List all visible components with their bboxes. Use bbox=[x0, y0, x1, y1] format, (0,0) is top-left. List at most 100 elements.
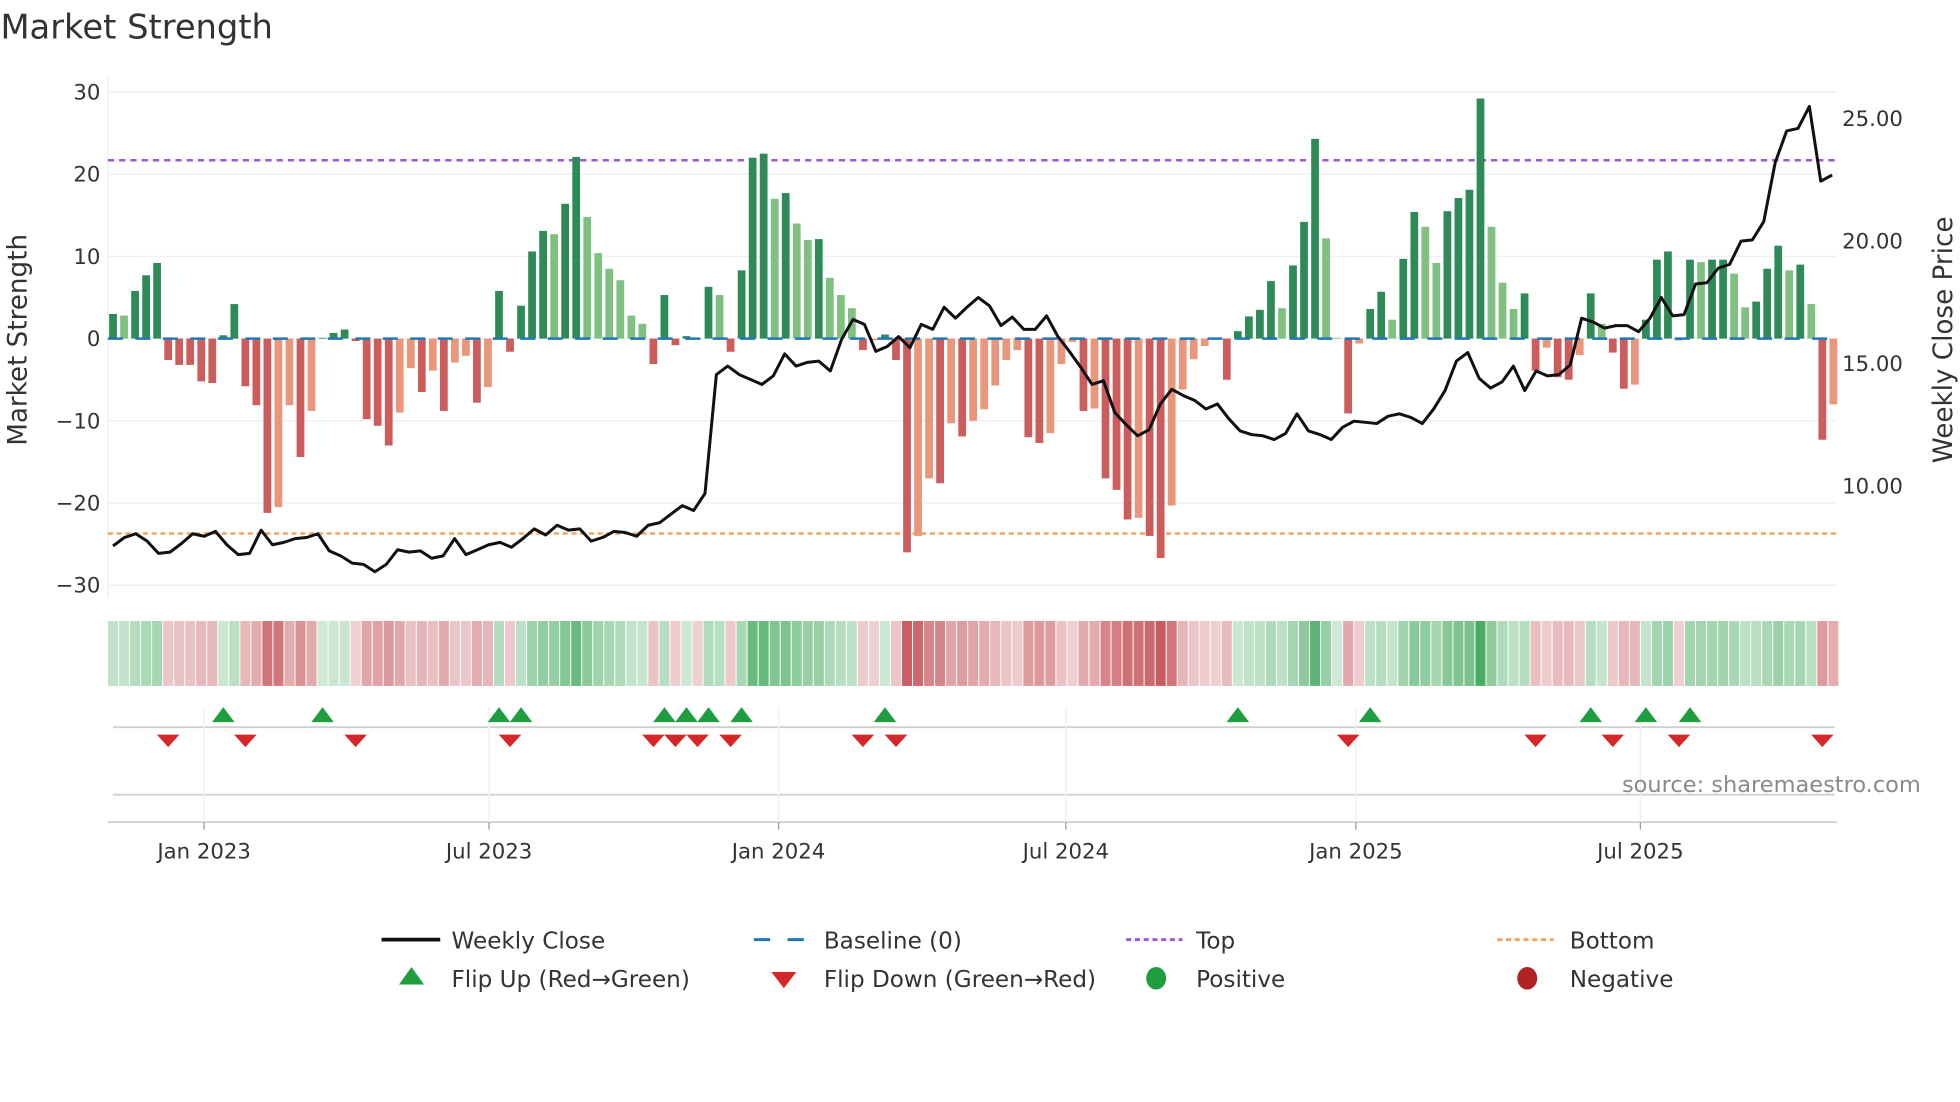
strip-cell bbox=[1232, 620, 1243, 686]
strip-cell bbox=[273, 620, 284, 686]
strip-cell bbox=[1607, 620, 1618, 686]
flip-down-marker bbox=[719, 734, 742, 748]
strip-cell bbox=[824, 620, 835, 686]
legend-label: Baseline (0) bbox=[824, 928, 962, 954]
legend-label: Flip Down (Green→Red) bbox=[824, 967, 1096, 993]
right-y-axis-ticks: 25.00 20.00 15.00 10.00 bbox=[1842, 107, 1903, 499]
strength-bar bbox=[792, 223, 801, 339]
x-axis-ticks: Jan 2023 Jul 2023 Jan 2024 Jul 2024 Jan 2025… bbox=[155, 822, 1684, 864]
strip-cell bbox=[604, 620, 615, 686]
strip-cell bbox=[538, 620, 549, 686]
chart-title: Market Strength bbox=[0, 8, 272, 47]
strip-cell bbox=[1585, 620, 1596, 686]
strip-cell bbox=[913, 620, 924, 686]
strength-bar bbox=[318, 337, 327, 339]
strip-cell bbox=[339, 620, 350, 686]
strength-bar bbox=[1818, 338, 1827, 440]
strip-cell bbox=[1640, 620, 1651, 686]
market-strength-chart: Market Strength 30 20 10 0 −10 −20 −30 25.00 20… bbox=[0, 8, 1959, 993]
strength-bar bbox=[1366, 308, 1375, 339]
strength-bar bbox=[748, 157, 757, 339]
strength-bar bbox=[803, 239, 812, 339]
strip-cell bbox=[1310, 620, 1321, 686]
strip-cell bbox=[1707, 620, 1718, 686]
strength-bar bbox=[307, 338, 316, 411]
strip-cell bbox=[1453, 620, 1464, 686]
strip-cell bbox=[769, 620, 780, 686]
strength-bar bbox=[1278, 308, 1286, 339]
strength-bar bbox=[671, 338, 680, 346]
strength-bar bbox=[175, 338, 184, 365]
flip-up-marker bbox=[730, 707, 753, 723]
strip-cell bbox=[648, 620, 659, 686]
strip-cell bbox=[1254, 620, 1265, 686]
flip-down-marker bbox=[1667, 734, 1691, 748]
strip-cell bbox=[306, 620, 317, 686]
strength-bar bbox=[726, 338, 735, 352]
strip-cell bbox=[1563, 620, 1574, 686]
strip-cell bbox=[1199, 620, 1210, 686]
strength-bar bbox=[120, 315, 128, 339]
strip-cell bbox=[902, 620, 913, 686]
strip-cell bbox=[879, 620, 890, 686]
strip-cell bbox=[284, 620, 295, 686]
strength-bar bbox=[770, 198, 779, 339]
strength-bar bbox=[1630, 338, 1639, 385]
legend-label: Bottom bbox=[1570, 928, 1655, 954]
strip-cell bbox=[1144, 620, 1155, 686]
strength-bar bbox=[1520, 293, 1529, 339]
left-y-axis-ticks: 30 20 10 0 −10 −20 −30 bbox=[56, 80, 101, 598]
strip-cell bbox=[119, 620, 130, 686]
strip-cell bbox=[714, 620, 725, 686]
strength-bar bbox=[208, 338, 217, 383]
strip-cell bbox=[857, 620, 868, 686]
strip-cell bbox=[1210, 620, 1221, 686]
strip-cell bbox=[152, 620, 163, 686]
legend-flip-down-icon bbox=[771, 972, 797, 989]
strip-cell bbox=[1365, 620, 1376, 686]
strip-cell bbox=[968, 620, 979, 686]
strip-cell bbox=[946, 620, 957, 686]
strip-cell bbox=[262, 620, 273, 686]
strength-bar bbox=[715, 295, 724, 339]
strip-cell bbox=[1067, 620, 1078, 686]
strip-cell bbox=[1332, 620, 1343, 686]
source-label: source: sharemaestro.com bbox=[1622, 772, 1921, 798]
strength-bar bbox=[1024, 338, 1033, 438]
strip-cell bbox=[890, 620, 902, 686]
strip-cell bbox=[846, 620, 857, 686]
flip-up-marker bbox=[675, 707, 698, 723]
flip-up-marker bbox=[1358, 707, 1382, 723]
strength-bar bbox=[1222, 338, 1231, 380]
y-axis-title: Market Strength bbox=[4, 234, 34, 446]
strip-cell bbox=[1751, 620, 1762, 686]
flip-up-marker bbox=[1579, 707, 1602, 723]
strip-cell bbox=[1045, 620, 1056, 686]
strip-cell bbox=[1596, 620, 1607, 686]
strength-bar bbox=[1046, 338, 1055, 434]
strength-bar bbox=[561, 203, 570, 339]
strip-cell bbox=[703, 620, 714, 686]
strength-bar bbox=[1167, 338, 1176, 506]
flip-up-marker bbox=[311, 707, 334, 723]
strength-bar bbox=[1542, 338, 1551, 348]
strip-cell bbox=[549, 620, 560, 686]
strip-cell bbox=[1442, 620, 1453, 686]
y2-tick-label: 25.00 bbox=[1842, 107, 1903, 132]
strip-cell bbox=[1221, 620, 1232, 686]
flip-down-marker bbox=[234, 734, 257, 748]
strength-bar bbox=[1090, 338, 1099, 409]
strip-cell bbox=[924, 620, 935, 686]
strength-bar bbox=[131, 290, 139, 339]
strip-cell bbox=[979, 620, 990, 686]
strength-bar bbox=[660, 295, 669, 339]
strength-bar bbox=[550, 234, 559, 339]
strength-bar bbox=[164, 338, 173, 360]
strength-bar bbox=[1156, 338, 1165, 559]
legend-label: Flip Up (Red→Green) bbox=[451, 967, 689, 993]
strip-cell bbox=[460, 620, 471, 686]
strip-cell bbox=[328, 620, 339, 686]
strength-bar bbox=[1774, 245, 1783, 339]
strength-bar bbox=[428, 338, 437, 371]
strength-bar bbox=[1752, 301, 1761, 339]
